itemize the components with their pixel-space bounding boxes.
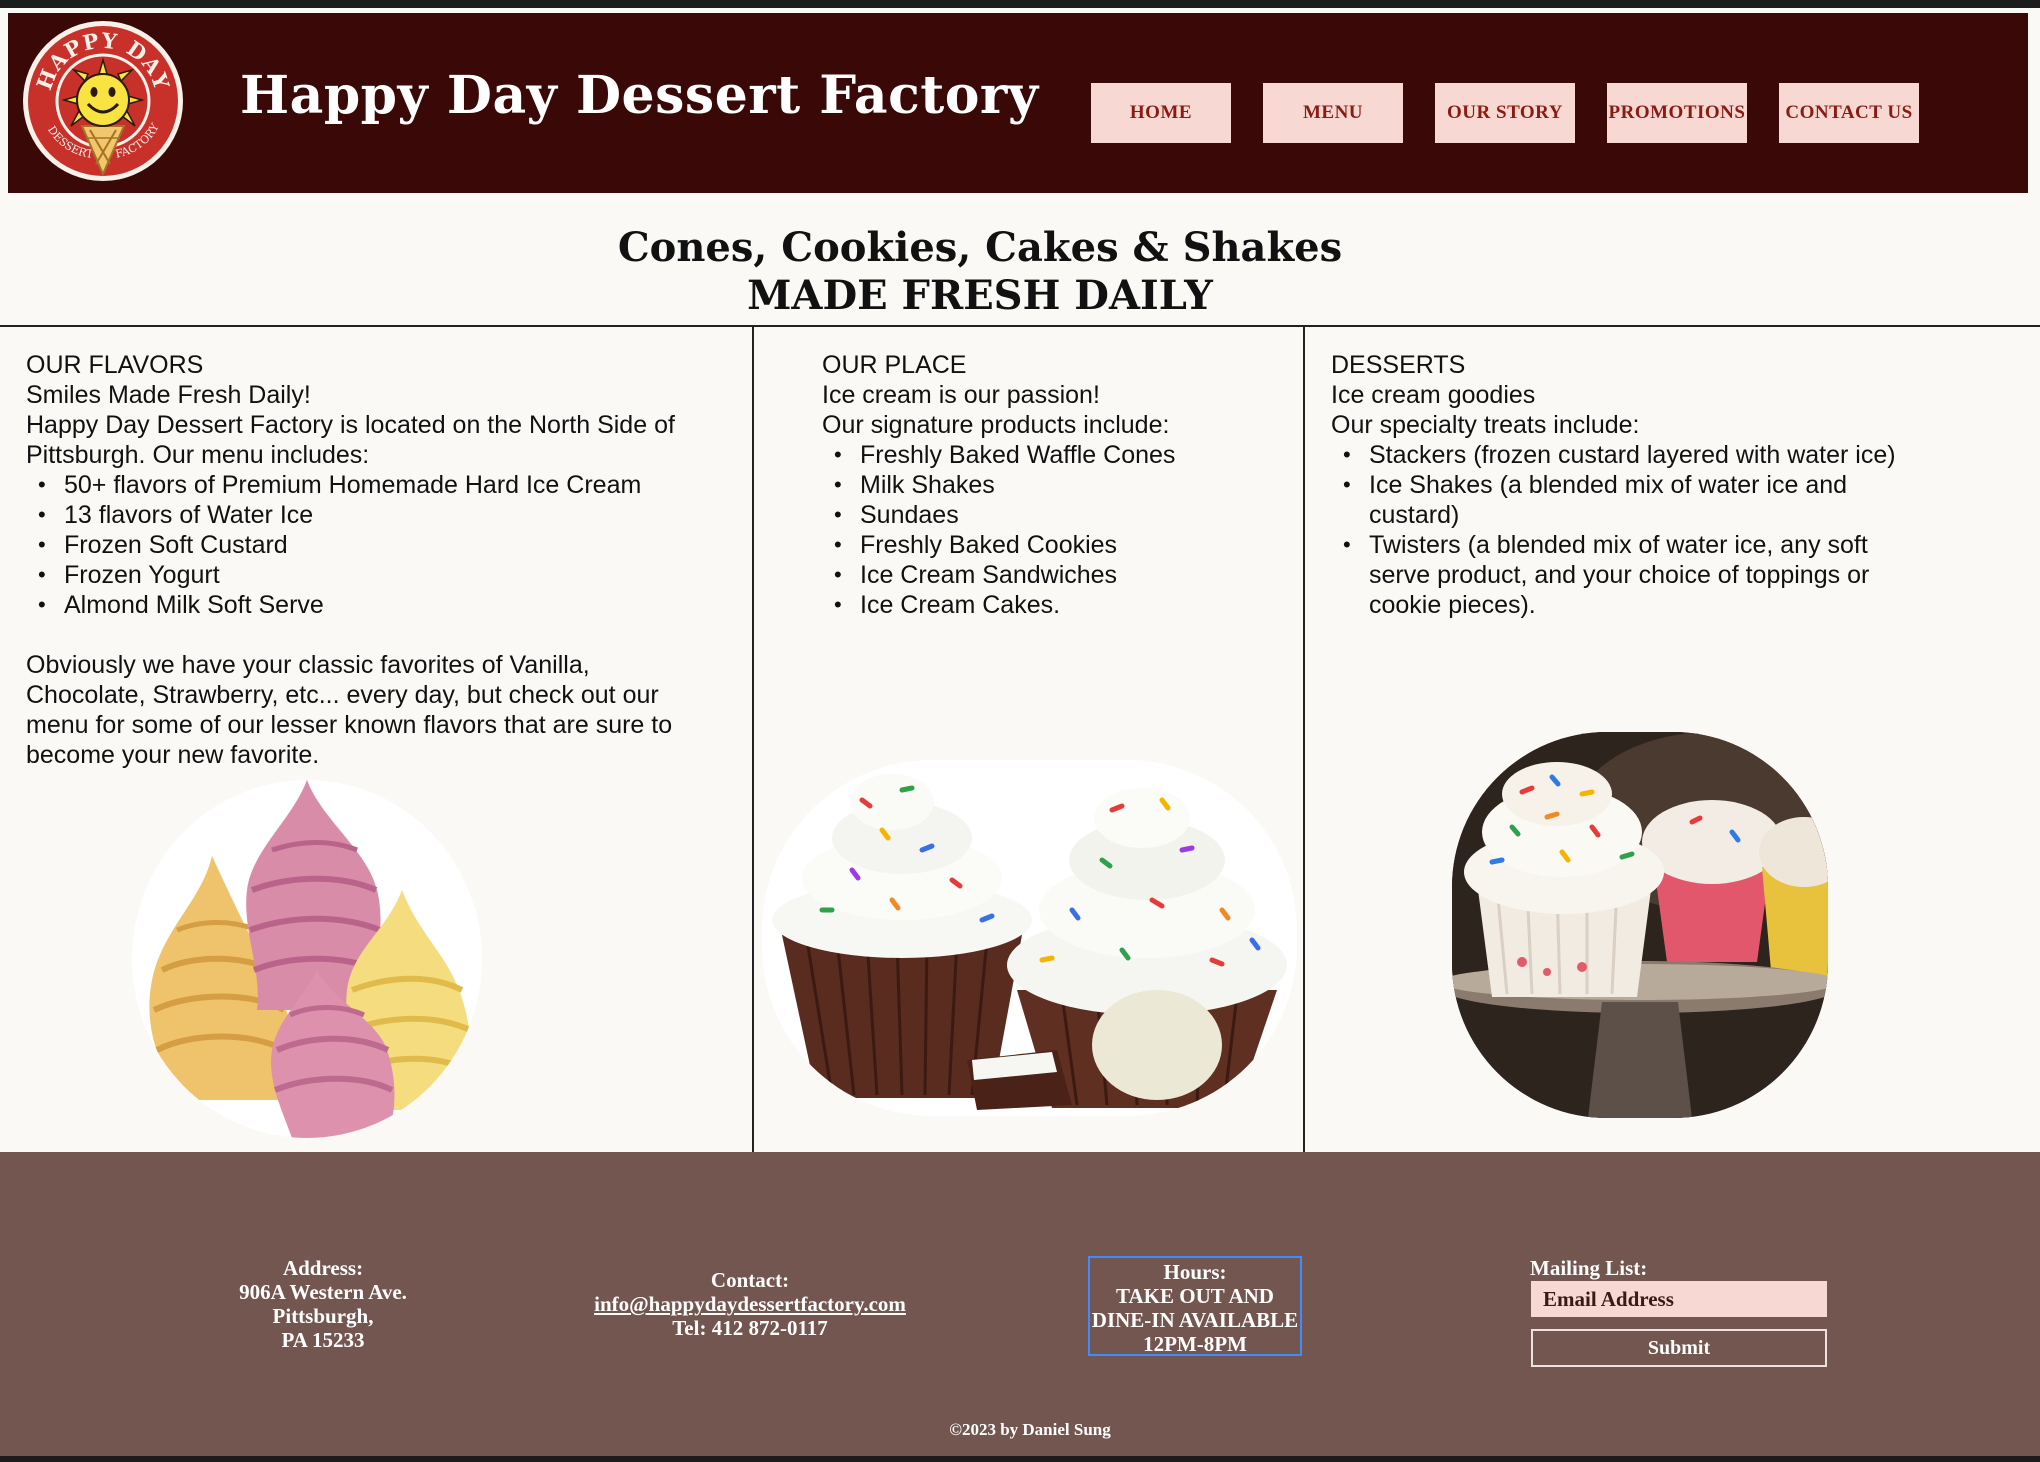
- desserts-tagline: Ice cream goodies: [1331, 381, 1536, 409]
- contact-label: Contact:: [710, 1268, 790, 1292]
- list-item: Stackers (frozen custard layered with wa…: [1343, 440, 1931, 470]
- list-item: 13 flavors of Water Ice: [38, 500, 716, 530]
- column-divider-1: [752, 326, 754, 1152]
- desserts-list: Stackers (frozen custard layered with wa…: [1331, 440, 1931, 620]
- nav-contact-us-button[interactable]: CONTACT US: [1779, 83, 1919, 143]
- list-item: 50+ flavors of Premium Homemade Hard Ice…: [38, 470, 716, 500]
- desserts-heading: DESSERTS: [1331, 351, 1466, 379]
- site-title: Happy Day Dessert Factory: [240, 65, 1039, 126]
- hours-line1: TAKE OUT AND: [1116, 1284, 1274, 1308]
- list-item: Ice Cream Sandwiches: [834, 560, 1272, 590]
- hours-label: Hours:: [1163, 1260, 1227, 1284]
- list-item: Sundaes: [834, 500, 1272, 530]
- flavors-tagline: Smiles Made Fresh Daily!: [26, 381, 311, 409]
- address-line2: Pittsburgh,: [272, 1304, 374, 1328]
- list-item: Milk Shakes: [834, 470, 1272, 500]
- flavors-heading: OUR FLAVORS: [26, 351, 204, 379]
- submit-button[interactable]: Submit: [1531, 1329, 1827, 1367]
- place-heading: OUR PLACE: [822, 351, 967, 379]
- place-tagline: Ice cream is our passion!: [822, 381, 1100, 409]
- nav-our-story-button[interactable]: OUR STORY: [1435, 83, 1575, 143]
- list-item: Freshly Baked Cookies: [834, 530, 1272, 560]
- email-address-input[interactable]: [1531, 1281, 1827, 1317]
- logo-icon[interactable]: HAPPY DAY DESSERT FACTORY: [20, 18, 186, 184]
- mailing-list-label: Mailing List:: [1530, 1256, 1648, 1280]
- copyright-text: ©2023 by Daniel Sung: [949, 1420, 1111, 1439]
- desserts-column: DESSERTS Ice cream goodies Our specialty…: [1331, 350, 1931, 620]
- list-item: Almond Milk Soft Serve: [38, 590, 716, 620]
- contact-phone: Tel: 412 872-0117: [672, 1316, 828, 1340]
- flavors-column: OUR FLAVORS Smiles Made Fresh Daily! Hap…: [26, 350, 716, 770]
- footer-contact: Contact: info@happydaydessertfactory.com…: [560, 1268, 940, 1340]
- soft-serve-swirls-image: [132, 780, 482, 1138]
- flavors-intro: Happy Day Dessert Factory is located on …: [26, 411, 675, 469]
- desserts-intro: Our specialty treats include:: [1331, 411, 1640, 439]
- footer-address: Address: 906A Western Ave. Pittsburgh, P…: [208, 1256, 438, 1352]
- list-item: Twisters (a blended mix of water ice, an…: [1343, 530, 1931, 620]
- flavors-outro: Obviously we have your classic favorites…: [26, 651, 673, 769]
- address-line3: PA 15233: [281, 1328, 365, 1352]
- place-list: Freshly Baked Waffle Cones Milk Shakes S…: [822, 440, 1272, 620]
- footer-hours: Hours: TAKE OUT AND DINE-IN AVAILABLE 12…: [1088, 1256, 1302, 1356]
- address-line1: 906A Western Ave.: [239, 1280, 407, 1304]
- contact-email-link[interactable]: info@happydaydessertfactory.com: [594, 1292, 906, 1316]
- nav-promotions-button[interactable]: PROMOTIONS: [1607, 83, 1747, 143]
- list-item: Ice Cream Cakes.: [834, 590, 1272, 620]
- nav-home-button[interactable]: HOME: [1091, 83, 1231, 143]
- hero-heading: Cones, Cookies, Cakes & Shakes: [617, 224, 1343, 271]
- flavors-list: 50+ flavors of Premium Homemade Hard Ice…: [26, 470, 716, 620]
- list-item: Freshly Baked Waffle Cones: [834, 440, 1272, 470]
- place-intro: Our signature products include:: [822, 411, 1170, 439]
- list-item: Ice Shakes (a blended mix of water ice a…: [1343, 470, 1931, 530]
- hours-line2: DINE-IN AVAILABLE: [1091, 1308, 1299, 1332]
- hours-line3: 12PM-8PM: [1143, 1332, 1247, 1356]
- site-header: HAPPY DAY DESSERT FACTORY Happy Day Dess…: [8, 13, 2028, 193]
- cupcakes-on-stand-image: [1452, 732, 1828, 1118]
- nav-menu-button[interactable]: MENU: [1263, 83, 1403, 143]
- place-column: OUR PLACE Ice cream is our passion! Our …: [822, 350, 1272, 620]
- address-label: Address:: [282, 1256, 364, 1280]
- list-item: Frozen Yogurt: [38, 560, 716, 590]
- hero-subheading: MADE FRESH DAILY: [747, 272, 1213, 319]
- list-item: Frozen Soft Custard: [38, 530, 716, 560]
- page: HAPPY DAY DESSERT FACTORY Happy Day Dess…: [0, 8, 2040, 1456]
- site-footer: Address: 906A Western Ave. Pittsburgh, P…: [0, 1152, 2040, 1456]
- section-divider: [0, 325, 2040, 327]
- sprinkle-cupcakes-image: [762, 760, 1297, 1116]
- column-divider-2: [1303, 326, 1305, 1152]
